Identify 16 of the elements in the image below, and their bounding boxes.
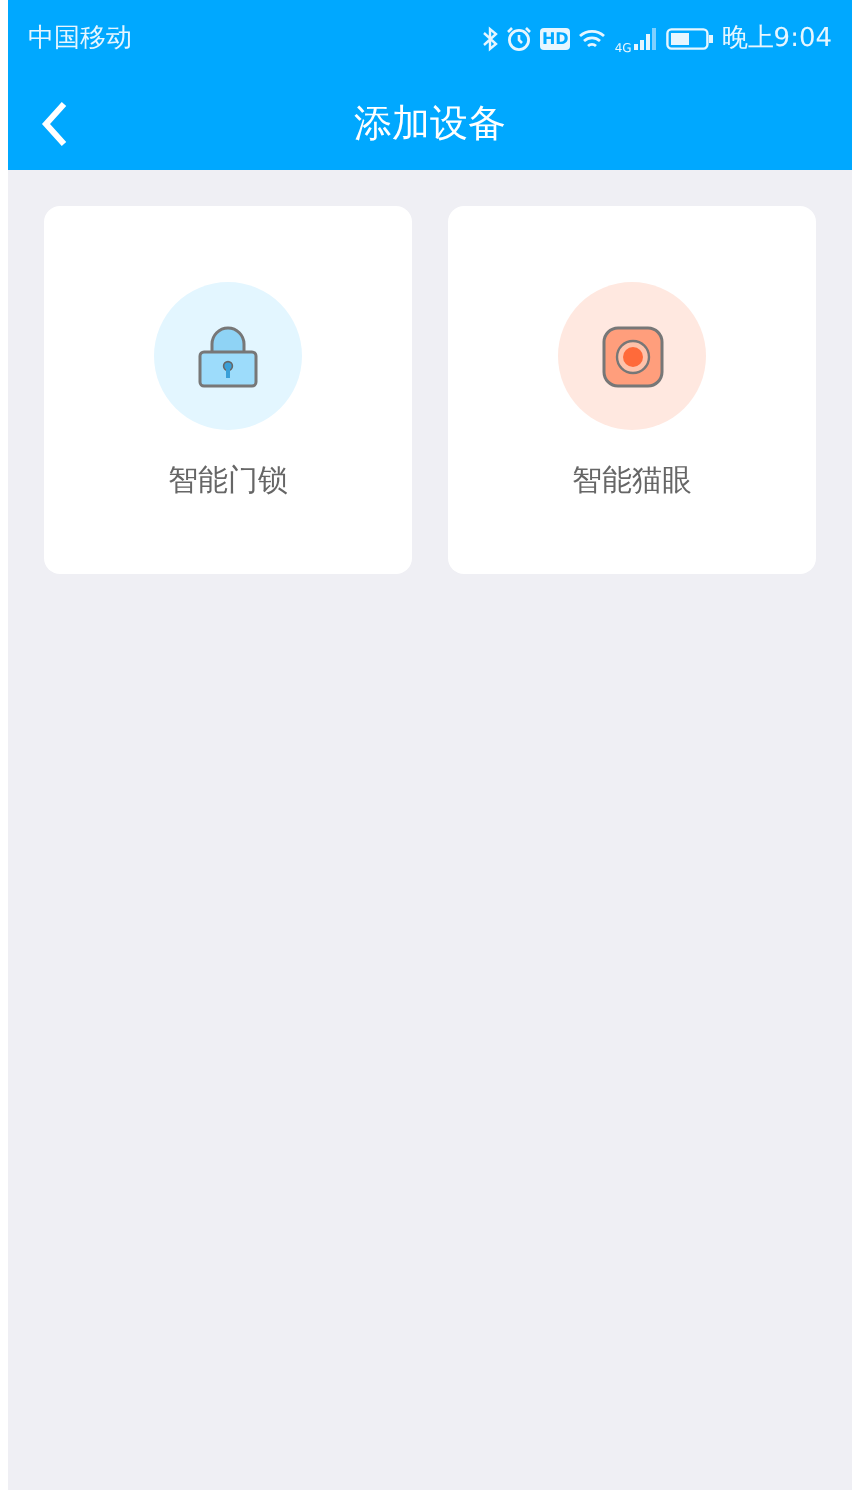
padlock-icon [198, 324, 258, 388]
hd-badge: HD [539, 27, 571, 49]
signal-icon [633, 27, 658, 49]
carrier-name: 中国移动 [28, 22, 132, 56]
camera-icon [601, 325, 663, 387]
alarm-clock-icon [505, 25, 532, 51]
device-label: 智能猫眼 [572, 462, 692, 500]
bluetooth-icon [481, 25, 498, 51]
clock-time: 晚上9:04 [721, 22, 832, 56]
page-title: 添加设备 [354, 99, 506, 149]
device-card[interactable]: 智能门锁 [44, 206, 412, 574]
wifi-icon [578, 27, 607, 49]
device-label: 智能门锁 [168, 462, 288, 500]
battery-icon [665, 27, 714, 49]
device-card[interactable]: 智能猫眼 [448, 206, 816, 574]
back-button[interactable] [36, 96, 72, 152]
